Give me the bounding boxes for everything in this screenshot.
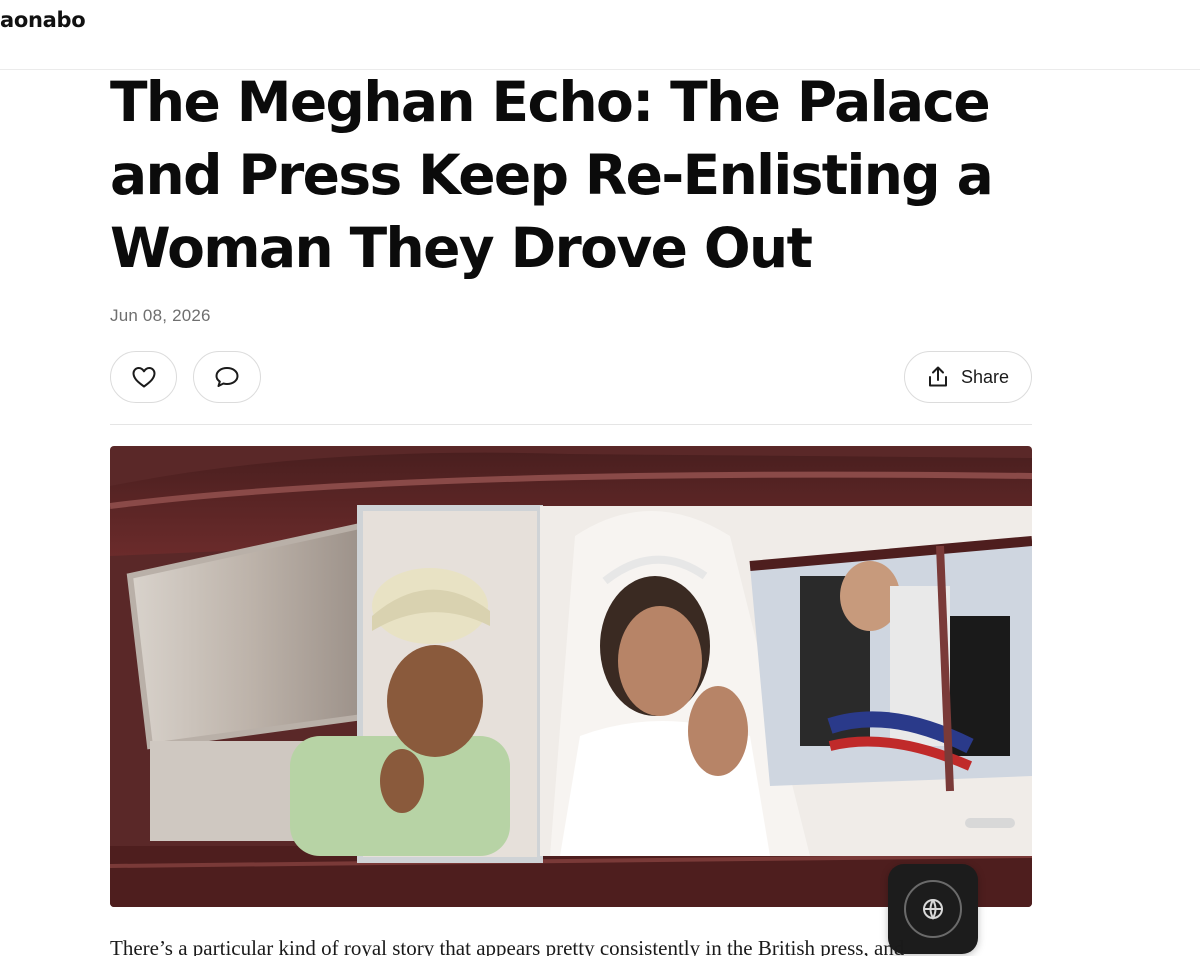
divider <box>110 424 1032 425</box>
hero-photo-illustration <box>110 446 1032 907</box>
comment-button[interactable] <box>193 351 261 403</box>
share-upload-icon <box>928 366 947 387</box>
article-body-paragraph: There’s a particular kind of royal story… <box>110 936 905 956</box>
speech-bubble-icon <box>215 367 239 387</box>
share-button[interactable]: Share <box>904 351 1032 403</box>
share-label: Share <box>960 366 1010 387</box>
site-logo[interactable]: aonabo <box>0 8 86 32</box>
article-hero-image <box>110 446 1032 907</box>
article-title: The Meghan Echo: The Palace and Press Ke… <box>110 70 994 280</box>
translate-icon <box>923 899 943 921</box>
top-bar: aonabo <box>0 0 1200 70</box>
heart-icon <box>132 367 155 388</box>
like-button[interactable] <box>110 351 177 403</box>
publish-date: Jun 08, 2026 <box>110 306 211 325</box>
fab-ring <box>904 880 962 938</box>
